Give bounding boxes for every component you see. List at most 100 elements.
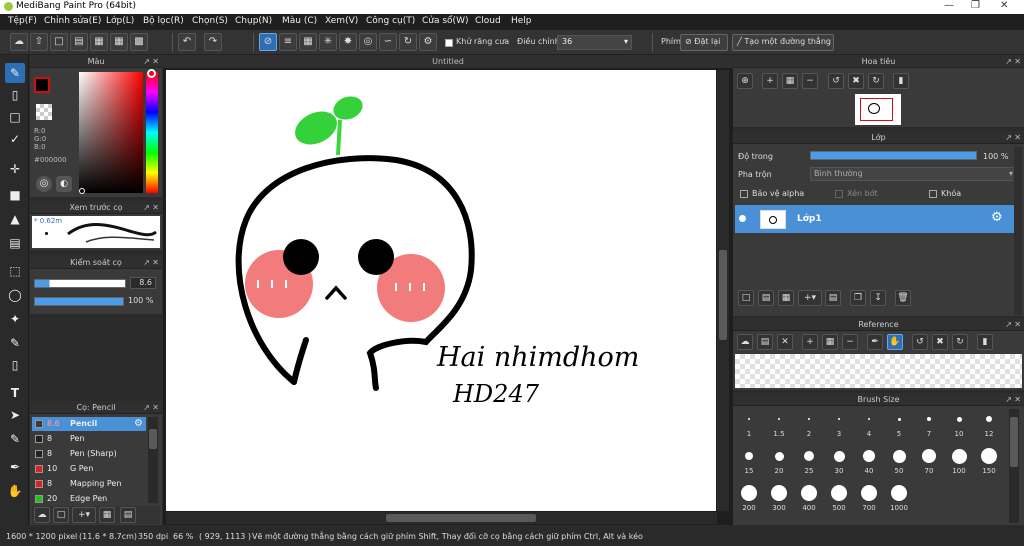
select-pen-icon[interactable]: ✎ <box>5 333 25 353</box>
brush-item[interactable]: 10 G Pen <box>32 462 146 476</box>
rotate-snap-icon[interactable]: ↻ <box>399 33 417 51</box>
menu-color[interactable]: Màu (C) <box>282 16 317 26</box>
gradient-tool-icon[interactable]: ▤ <box>5 233 25 253</box>
menu-layer[interactable]: Lớp(L) <box>106 16 134 26</box>
ref-close-icon[interactable]: ✕ <box>777 334 793 350</box>
eyedropper-tool-icon[interactable]: ✒ <box>5 457 25 477</box>
brush-size-dot[interactable] <box>748 418 750 420</box>
brush-size-dot[interactable] <box>922 449 936 463</box>
brush-size-dot[interactable] <box>897 417 901 421</box>
magic-wand-icon[interactable]: ✦ <box>5 309 25 329</box>
brush-size-dot[interactable] <box>868 418 870 420</box>
brush-size-dot[interactable] <box>986 416 992 422</box>
transparent-color-swatch[interactable] <box>36 104 52 120</box>
menu-cloud[interactable]: Cloud <box>475 16 501 26</box>
ref-cloud-icon[interactable]: ☁ <box>737 334 753 350</box>
brush-size-dot[interactable] <box>808 418 810 420</box>
brush-size-dot[interactable] <box>741 485 757 501</box>
brush-item[interactable]: 8 Pen <box>32 432 146 446</box>
rotate-right-icon[interactable]: ↻ <box>868 73 884 89</box>
select-tool-icon[interactable]: ⬚ <box>5 261 25 281</box>
cloud-download-icon[interactable]: ☁ <box>34 507 50 523</box>
ref-zoom-out-icon[interactable]: − <box>842 334 858 350</box>
ref-rotate-right-icon[interactable]: ↻ <box>952 334 968 350</box>
parallel-snap-icon[interactable]: ≡ <box>279 33 297 51</box>
brush-size-dot[interactable] <box>891 485 907 501</box>
brush-size-dot[interactable] <box>892 449 906 463</box>
blend-select[interactable]: Bình thường ▾ <box>810 167 1017 181</box>
brush-size-dot[interactable] <box>831 485 847 501</box>
create-line-button[interactable]: ╱ Tạo một đường thẳng <box>732 34 834 51</box>
redo-icon[interactable]: ↷ <box>204 33 222 51</box>
brush-size-dot[interactable] <box>804 451 814 461</box>
brush-tool-icon[interactable]: ✎ <box>5 63 25 83</box>
ref-fit-icon[interactable]: ▦ <box>822 334 838 350</box>
comment-icon[interactable]: □ <box>50 33 68 51</box>
brush-size-dot[interactable] <box>981 448 997 464</box>
brush-size-dot[interactable] <box>774 451 784 461</box>
move-tool-icon[interactable]: ✛ <box>5 159 25 179</box>
circle-snap-icon[interactable]: ◎ <box>359 33 377 51</box>
divide-tool-icon[interactable]: ✎ <box>5 429 25 449</box>
palette-icon[interactable]: ◎ <box>36 176 52 192</box>
sv-cursor[interactable] <box>79 188 85 194</box>
new-layer-icon[interactable]: □ <box>738 290 754 306</box>
ref-hand-icon[interactable]: ✋ <box>887 334 903 350</box>
page-icon[interactable]: ▤ <box>70 33 88 51</box>
hue-cursor[interactable] <box>147 69 156 78</box>
brush-list-scrollbar[interactable] <box>148 417 158 503</box>
brush-item[interactable]: 8.6 Pencil ⚙ <box>32 417 146 431</box>
new-brush-icon[interactable]: □ <box>53 507 69 523</box>
brush-size-slider[interactable] <box>34 279 126 288</box>
layer-row[interactable]: Lớp1 ⚙ <box>735 205 1020 233</box>
brush-item[interactable]: 20 Edge Pen <box>32 492 146 506</box>
add-brush-icon[interactable]: +▾ <box>72 507 96 523</box>
lock-checkbox[interactable] <box>929 190 937 198</box>
new-halftone-layer-icon[interactable]: ▤ <box>758 290 774 306</box>
text-tool-icon[interactable]: T <box>5 383 25 403</box>
reset-rotate-icon[interactable]: ✖ <box>848 73 864 89</box>
flip-icon[interactable]: ▮ <box>893 73 909 89</box>
correction-select[interactable]: 36 ▾ <box>557 35 632 50</box>
canvas-vertical-scrollbar[interactable] <box>717 70 729 511</box>
menu-tools[interactable]: Công cụ(T) <box>366 16 415 26</box>
color-wheel-icon[interactable]: ◐ <box>56 176 72 192</box>
brush-settings-icon[interactable]: ⚙ <box>134 418 143 429</box>
brush-size-dot[interactable] <box>863 450 875 462</box>
saturation-value-picker[interactable] <box>79 72 143 193</box>
brush-size-dot[interactable] <box>778 418 780 420</box>
layer-opacity-slider[interactable] <box>810 151 977 160</box>
zoom-out-icon[interactable]: − <box>802 73 818 89</box>
new-8bit-layer-icon[interactable]: ▦ <box>778 290 794 306</box>
reset-button[interactable]: ⊘ Đặt lại <box>680 34 728 51</box>
document-icon[interactable]: ▦ <box>90 33 108 51</box>
ref-flip-icon[interactable]: ▮ <box>977 334 993 350</box>
upload-icon[interactable]: ⇧ <box>30 33 48 51</box>
ref-zoom-in-icon[interactable]: + <box>802 334 818 350</box>
brush-size-dot[interactable] <box>833 450 845 462</box>
line-tool-icon[interactable]: ✓ <box>5 129 25 149</box>
select-eraser-icon[interactable]: ▯ <box>5 355 25 375</box>
antialias-checkbox[interactable] <box>445 39 453 47</box>
brush-size-value[interactable]: 8.6 <box>130 277 156 289</box>
brush-size-dot[interactable] <box>951 448 967 464</box>
restore-icon[interactable]: ❐ <box>971 0 980 11</box>
cloud-icon[interactable]: ☁ <box>10 33 28 51</box>
fill-rect-tool-icon[interactable]: ■ <box>5 185 25 205</box>
close-icon[interactable]: ✕ <box>1000 0 1008 11</box>
menu-help[interactable]: Help <box>511 16 532 26</box>
grid-icon[interactable]: ▦ <box>110 33 128 51</box>
layer-name[interactable]: Lớp1 <box>797 214 822 224</box>
canvas-tab[interactable]: Untitled <box>163 55 733 68</box>
foreground-color-swatch[interactable] <box>34 77 50 93</box>
menu-capture[interactable]: Chụp(N) <box>235 16 272 26</box>
drawing-canvas[interactable]: Hai nhimdhom HD247 <box>166 70 716 511</box>
curve-snap-icon[interactable]: ∽ <box>379 33 397 51</box>
delete-layer-icon[interactable]: 🗑 <box>895 290 911 306</box>
ref-rotate-left-icon[interactable]: ↺ <box>912 334 928 350</box>
zoom-in-icon[interactable]: + <box>762 73 778 89</box>
lasso-tool-icon[interactable]: ◯ <box>5 285 25 305</box>
menu-view[interactable]: Xem(V) <box>325 16 358 26</box>
vanishing-snap-icon[interactable]: ✳ <box>319 33 337 51</box>
duplicate-layer-icon[interactable]: ❐ <box>850 290 866 306</box>
